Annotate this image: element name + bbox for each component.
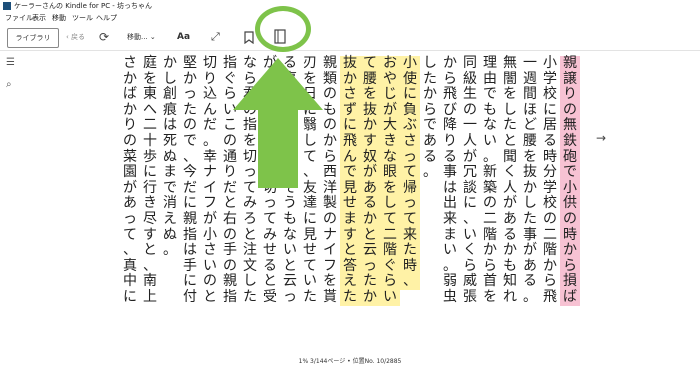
- sync-icon[interactable]: ⟳: [99, 28, 113, 46]
- text-column: 小使に負ぶさって帰って来た時、: [400, 55, 420, 290]
- back-button[interactable]: ‹ 戻る: [66, 28, 92, 46]
- annotation-circle: [255, 6, 311, 52]
- move-label: 移動...: [127, 33, 148, 41]
- fullscreen-icon[interactable]: ⤢: [211, 28, 220, 46]
- text-column: 堅かったので、今だに親指は手に付: [183, 55, 197, 305]
- text-column: 同級生の一人が冗談に、いくら威張: [463, 55, 477, 305]
- book-page: 親譲りの無鉄砲で小供の時から損ば小学校に居る時分学校の二階から飛一週間ほど腰を抜…: [110, 55, 580, 306]
- text-column: したからである。: [423, 55, 437, 181]
- menu-tools[interactable]: ツール: [72, 12, 93, 24]
- table-of-contents-icon[interactable]: ☰: [6, 57, 15, 68]
- text-column: 庭を東へ二十歩に行き尽すと、南上: [143, 55, 157, 305]
- text-column: 切り込んだ。幸ナイフが小さいのと: [203, 55, 217, 305]
- font-settings-button[interactable]: Aa: [177, 28, 190, 46]
- menu-file[interactable]: ファイル: [5, 12, 33, 24]
- menu-help[interactable]: ヘルプ: [96, 12, 117, 24]
- text-column: 理由でもない。新築の二階から首を: [483, 55, 497, 305]
- text-column: さかばかりの菜園があって、真中に: [123, 55, 137, 305]
- kindle-app-icon: [3, 2, 11, 10]
- menu-bar: ファイル 表示 移動 ツール ヘルプ: [0, 12, 700, 24]
- library-button[interactable]: ライブラリ: [7, 28, 59, 48]
- text-column: おやじが大きな眼をして二階ぐらい: [380, 55, 400, 306]
- menu-go[interactable]: 移動: [52, 12, 66, 24]
- text-column: かし創痕は死ぬまで消えぬ。: [163, 55, 177, 259]
- text-column: 一週間ほど腰を抜かした事がある。: [523, 55, 537, 305]
- text-column: 親譲りの無鉄砲で小供の時から損ば: [560, 55, 580, 306]
- reading-progress-status: 1% 3/144ページ • 位置No. 10/2885: [298, 358, 402, 365]
- text-column: 小学校に居る時分学校の二階から飛: [543, 55, 557, 305]
- text-column: から飛び降りる事は出来まい。弱虫: [443, 55, 457, 305]
- back-label: 戻る: [71, 33, 86, 41]
- bookmark-icon[interactable]: [244, 31, 254, 49]
- next-page-arrow-icon[interactable]: →: [596, 131, 606, 145]
- text-column: 抜かさずに飛んで見せますと答えた: [340, 55, 360, 306]
- move-dropdown[interactable]: 移動... ⌄: [127, 28, 161, 46]
- sidebar: ☰ ⌕: [0, 51, 22, 351]
- menu-view[interactable]: 表示: [32, 12, 46, 24]
- search-icon[interactable]: ⌕: [6, 79, 12, 90]
- text-column: て腰を抜かす奴があるかと云ったか: [360, 55, 380, 306]
- text-column: 無闇をしたと聞く人があるかも知れ: [503, 55, 517, 305]
- chevron-down-icon: ⌄: [147, 33, 156, 41]
- annotation-arrow-icon: [233, 58, 323, 188]
- title-bar: ケーラーさんの Kindle for PC - 坊っちゃん: [0, 0, 700, 12]
- toolbar: ライブラリ ‹ 戻る ⟳ 移動... ⌄ Aa ⤢: [0, 24, 700, 51]
- window-title: ケーラーさんの Kindle for PC - 坊っちゃん: [14, 2, 153, 10]
